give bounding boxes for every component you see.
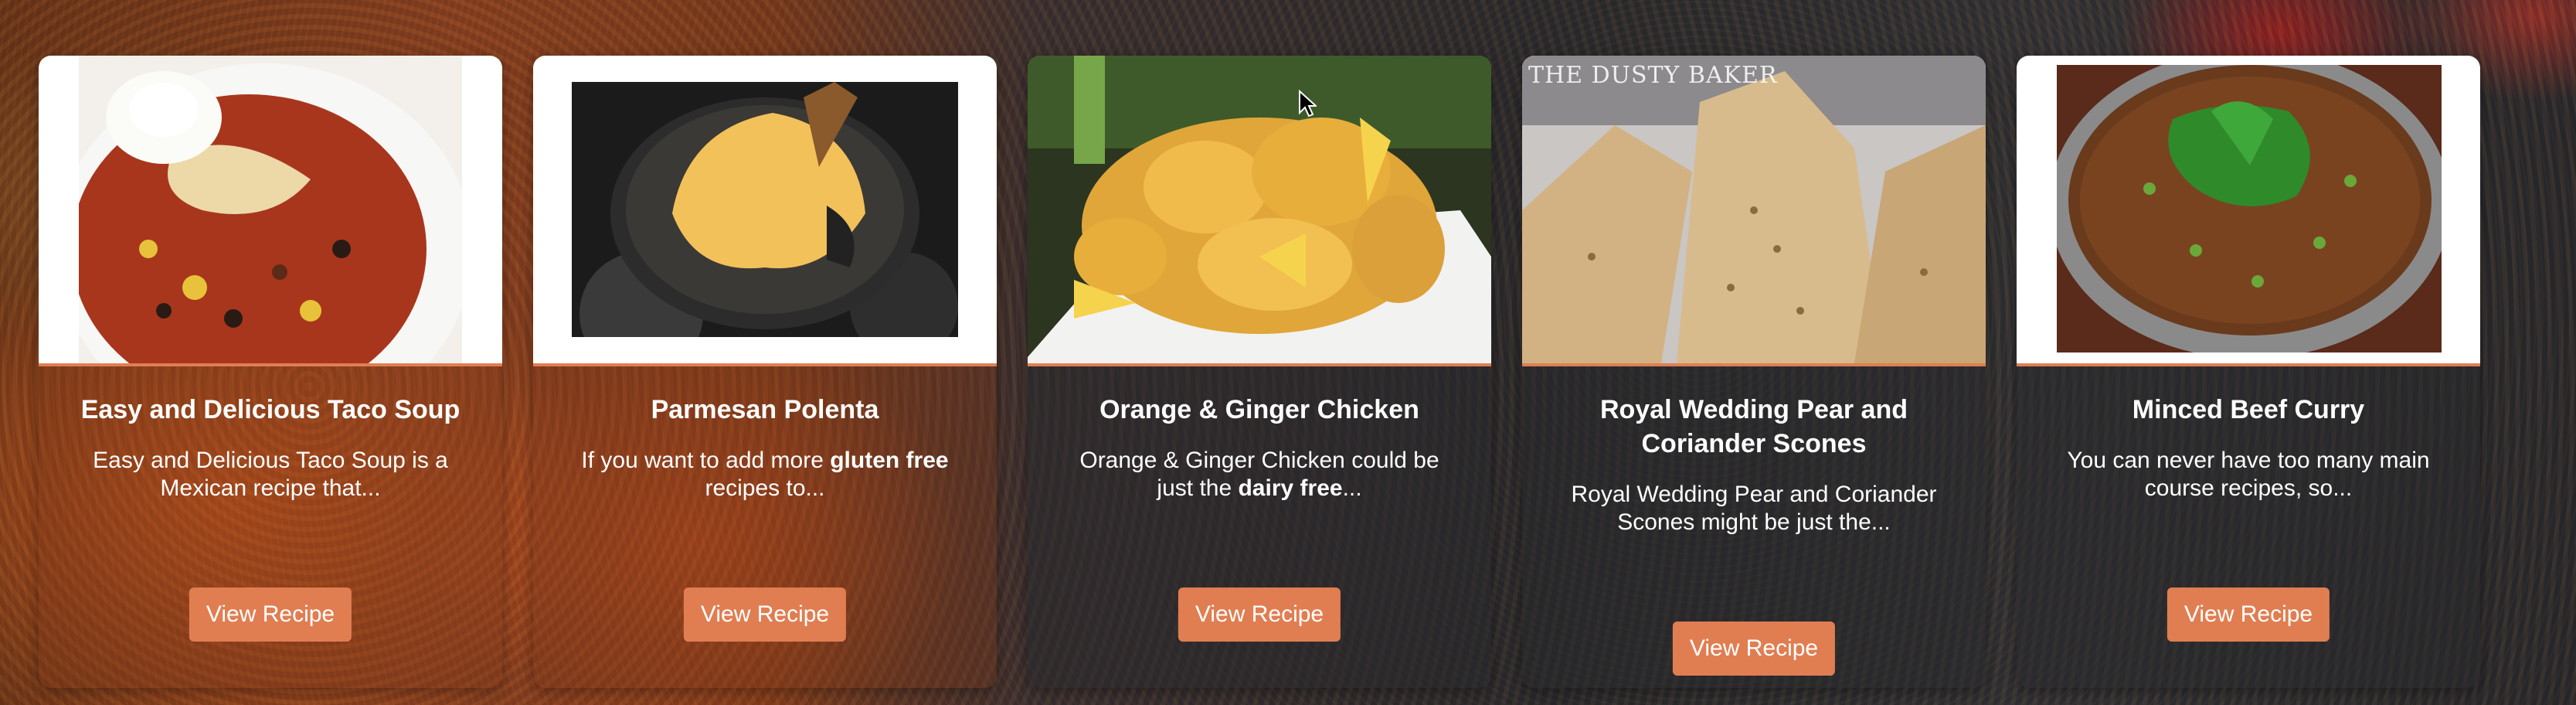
recipe-title[interactable]: Orange & Ginger Chicken bbox=[1099, 393, 1419, 427]
recipe-photo-frame bbox=[2017, 56, 2480, 366]
recipe-photo-minced-beef-curry[interactable] bbox=[2057, 65, 2442, 352]
recipe-card: Parmesan Polenta If you want to add more… bbox=[533, 56, 997, 688]
recipe-description: You can never have too many main course … bbox=[2067, 448, 2430, 501]
recipe-photo-frame: THE DUSTY BAKER bbox=[1522, 56, 1986, 366]
recipe-card: Orange & Ginger Chicken Orange & Ginger … bbox=[1028, 56, 1491, 688]
recipe-card: Easy and Delicious Taco Soup Easy and De… bbox=[39, 56, 502, 688]
recipe-card-list: Easy and Delicious Taco Soup Easy and De… bbox=[39, 56, 2480, 688]
recipe-description: If you want to add more gluten free reci… bbox=[581, 448, 949, 501]
recipe-card: THE DUSTY BAKER Royal Wedding Pear and C… bbox=[1522, 56, 1986, 688]
recipe-photo-orange-ginger-chicken[interactable] bbox=[1028, 56, 1491, 363]
recipe-description: Easy and Delicious Taco Soup is a Mexica… bbox=[93, 448, 448, 501]
view-recipe-button[interactable]: View Recipe bbox=[1178, 588, 1341, 642]
mouse-cursor-icon bbox=[1298, 89, 1318, 118]
recipe-title[interactable]: Minced Beef Curry bbox=[2133, 393, 2364, 427]
view-recipe-button[interactable]: View Recipe bbox=[2166, 588, 2330, 642]
recipe-photo-parmesan-polenta[interactable] bbox=[572, 82, 958, 337]
recipe-description: Royal Wedding Pear and Coriander Scones … bbox=[1571, 482, 1937, 535]
view-recipe-button[interactable]: View Recipe bbox=[683, 588, 847, 642]
view-recipe-button[interactable]: View Recipe bbox=[189, 588, 352, 642]
recipe-title[interactable]: Royal Wedding Pear and Coriander Scones bbox=[1538, 393, 1970, 461]
recipe-photo-frame bbox=[39, 56, 502, 366]
view-recipe-button[interactable]: View Recipe bbox=[1672, 622, 1836, 676]
recipe-description: Orange & Ginger Chicken could be just th… bbox=[1079, 448, 1439, 501]
recipe-title[interactable]: Easy and Delicious Taco Soup bbox=[81, 393, 460, 427]
recipe-photo-pear-coriander-scones[interactable]: THE DUSTY BAKER bbox=[1522, 56, 1986, 363]
recipe-photo-frame bbox=[1028, 56, 1491, 366]
recipe-title[interactable]: Parmesan Polenta bbox=[651, 393, 879, 427]
recipe-photo-taco-soup[interactable] bbox=[79, 56, 462, 363]
recipe-card: Minced Beef Curry You can never have too… bbox=[2017, 56, 2480, 688]
watermark-text: THE DUSTY BAKER bbox=[1528, 62, 1778, 89]
recipe-photo-frame bbox=[533, 56, 997, 366]
